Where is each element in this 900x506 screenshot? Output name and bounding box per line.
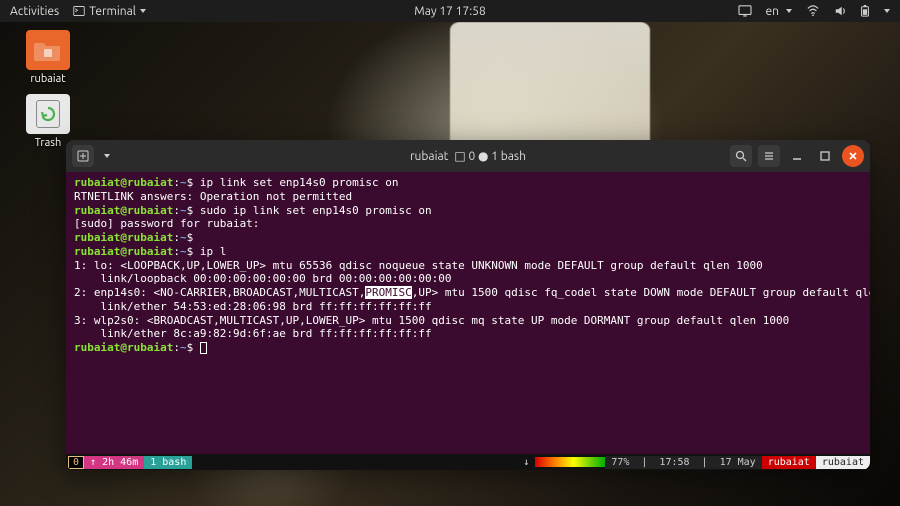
- cursor: [200, 342, 207, 354]
- terminal-content[interactable]: rubaiat@rubaiat:~$ ip link set enp14s0 p…: [66, 172, 870, 454]
- hamburger-icon: [763, 150, 775, 162]
- lang-indicator[interactable]: en: [766, 5, 792, 18]
- prompt-user: rubaiat@rubaiat: [74, 204, 173, 217]
- lang-label: en: [766, 5, 779, 18]
- minimize-button[interactable]: [786, 145, 808, 167]
- prompt-dollar: $: [187, 176, 200, 189]
- status-battery-pct: 77%: [605, 456, 635, 469]
- battery-gradient-bar: [535, 457, 605, 467]
- status-window: 1 bash: [144, 456, 192, 469]
- activities-button[interactable]: Activities: [10, 5, 59, 18]
- title-panes: □ 0 ● 1 bash: [454, 149, 526, 163]
- volume-icon[interactable]: [834, 5, 846, 17]
- status-sep: |: [696, 456, 714, 469]
- output-line: 3: wlp2s0: <BROADCAST,MULTICAST,UP,LOWER…: [74, 314, 789, 327]
- chevron-down-icon: [786, 9, 792, 13]
- prompt-path: ~: [180, 245, 187, 258]
- status-uptime: ↑ 2h 46m: [84, 456, 144, 469]
- search-icon: [735, 150, 747, 162]
- tmux-statusbar: 0 ↑ 2h 46m 1 bash ↓ 77% | 17:58 | 17 May…: [66, 454, 870, 470]
- app-menu-label: Terminal: [89, 5, 136, 18]
- maximize-icon: [820, 151, 830, 161]
- prompt-dollar: $: [187, 245, 200, 258]
- terminal-window: rubaiat □ 0 ● 1 bash rubaiat@rubaiat:~$ …: [66, 140, 870, 470]
- prompt-sep: :: [173, 245, 180, 258]
- hamburger-menu-button[interactable]: [758, 145, 780, 167]
- status-time: 17:58: [653, 456, 695, 469]
- prompt-sep: :: [173, 176, 180, 189]
- status-session-num: 0: [73, 457, 79, 468]
- down-arrow-icon: ↓: [517, 456, 535, 469]
- prompt-user: rubaiat@rubaiat: [74, 231, 173, 244]
- output-line: link/ether 8c:a9:82:9d:6f:ae brd ff:ff:f…: [74, 327, 432, 340]
- output-line: link/ether 54:53:ed:28:06:98 brd ff:ff:f…: [74, 300, 432, 313]
- prompt-path: ~: [180, 204, 187, 217]
- prompt-sep: :: [173, 204, 180, 217]
- desktop-folder[interactable]: rubaiat: [18, 30, 78, 85]
- command-text: sudo ip link set enp14s0 promisc on: [200, 204, 432, 217]
- system-menu-chevron-icon[interactable]: [884, 9, 890, 13]
- prompt-dollar: $: [187, 231, 200, 244]
- prompt-dollar: $: [187, 204, 200, 217]
- prompt-path: ~: [180, 176, 187, 189]
- prompt-path: ~: [180, 231, 187, 244]
- prompt-user: rubaiat@rubaiat: [74, 341, 173, 354]
- status-session: 0: [68, 456, 84, 469]
- terminal-titlebar[interactable]: rubaiat □ 0 ● 1 bash: [66, 140, 870, 172]
- command-text: ip l: [200, 245, 227, 258]
- prompt-sep: :: [173, 231, 180, 244]
- status-user: rubaiat: [762, 456, 816, 469]
- clock[interactable]: May 17 17:58: [414, 5, 485, 18]
- output-line: RTNETLINK answers: Operation not permitt…: [74, 190, 352, 203]
- prompt-path: ~: [180, 341, 187, 354]
- prompt-user: rubaiat@rubaiat: [74, 176, 173, 189]
- minimize-icon: [792, 151, 802, 161]
- chevron-down-icon: [104, 154, 110, 158]
- close-icon: [848, 151, 858, 161]
- wifi-icon[interactable]: [806, 5, 820, 17]
- title-user: rubaiat: [410, 150, 448, 163]
- terminal-menu-icon: [73, 5, 85, 17]
- desktop-folder-label: rubaiat: [18, 73, 78, 85]
- search-button[interactable]: [730, 145, 752, 167]
- chevron-down-icon: [140, 9, 146, 13]
- gnome-topbar: Activities Terminal May 17 17:58 en: [0, 0, 900, 22]
- output-line: 1: lo: <LOOPBACK,UP,LOWER_UP> mtu 65536 …: [74, 259, 763, 272]
- tab-dropdown[interactable]: [100, 145, 114, 167]
- output-line: [sudo] password for rubaiat:: [74, 217, 259, 230]
- app-menu[interactable]: Terminal: [73, 5, 146, 18]
- folder-icon: [26, 30, 70, 70]
- battery-icon[interactable]: [860, 5, 870, 17]
- close-button[interactable]: [842, 145, 864, 167]
- status-uptime-value: 2h 46m: [102, 457, 138, 468]
- up-arrow-icon: ↑: [90, 457, 96, 468]
- prompt-user: rubaiat@rubaiat: [74, 245, 173, 258]
- plus-icon: [77, 150, 89, 162]
- maximize-button[interactable]: [814, 145, 836, 167]
- output-line: link/loopback 00:00:00:00:00:00 brd 00:0…: [74, 272, 452, 285]
- command-text: ip link set enp14s0 promisc on: [200, 176, 399, 189]
- window-title: rubaiat □ 0 ● 1 bash: [410, 149, 526, 163]
- screen-icon[interactable]: [738, 5, 752, 17]
- status-sep: |: [635, 456, 653, 469]
- output-line: 2: enp14s0: <NO-CARRIER,BROADCAST,MULTIC…: [74, 286, 365, 299]
- trash-icon: [26, 94, 70, 134]
- output-line: ,UP> mtu 1500 qdisc fq_codel state DOWN …: [412, 286, 870, 299]
- prompt-sep: :: [173, 341, 180, 354]
- new-tab-button[interactable]: [72, 145, 94, 167]
- status-host: rubaiat: [816, 456, 870, 469]
- highlighted-text: PROMISC: [365, 286, 411, 299]
- prompt-dollar: $: [187, 341, 200, 354]
- status-date: 17 May: [714, 456, 762, 469]
